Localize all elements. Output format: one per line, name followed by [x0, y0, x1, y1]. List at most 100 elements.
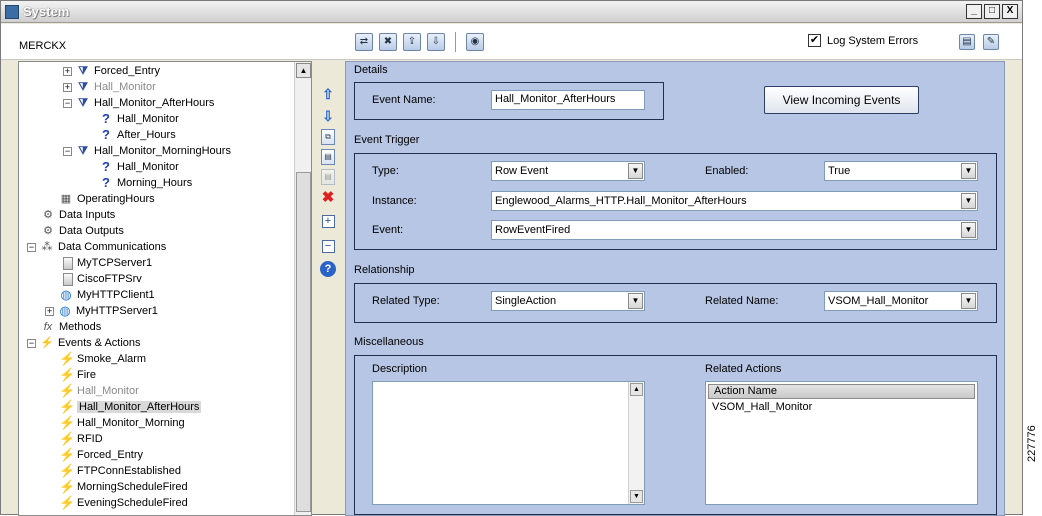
scroll-up-icon[interactable]: ▲: [296, 63, 311, 78]
collapse-icon[interactable]: −: [27, 338, 36, 348]
filter-icon: ⧩: [78, 65, 88, 77]
collapse-all-icon[interactable]: −: [321, 240, 335, 253]
collapse-icon[interactable]: −: [63, 146, 72, 156]
tree-item[interactable]: ⚡ Fire: [59, 367, 96, 383]
enabled-dropdown[interactable]: True ▼: [824, 161, 978, 181]
related-type-dropdown[interactable]: SingleAction ▼: [491, 291, 645, 311]
scroll-up-icon[interactable]: ▲: [630, 383, 643, 396]
tree-item[interactable]: ◍ MyHTTPClient1: [59, 287, 154, 303]
chevron-down-icon[interactable]: ▼: [961, 222, 976, 238]
tree-item[interactable]: ⚡ FTPConnEstablished: [59, 463, 181, 479]
tree-item[interactable]: − ⁂ Data Communications: [27, 239, 166, 255]
tree-item[interactable]: CiscoFTPSrv: [63, 271, 142, 287]
log-errors-checkbox[interactable]: ✔: [808, 34, 821, 47]
restore-button[interactable]: □: [984, 4, 1000, 19]
chevron-down-icon[interactable]: ▼: [628, 163, 643, 179]
edit-icon[interactable]: ✎: [983, 34, 999, 50]
event-label: Event:: [372, 224, 404, 236]
type-dropdown[interactable]: Row Event ▼: [491, 161, 645, 181]
lightning-icon: ⚡: [59, 351, 76, 366]
description-scrollbar[interactable]: ▲ ▼: [628, 382, 644, 504]
toolbar-icons: ⇄ ✖ ⇪ ⇩ ◉: [355, 32, 484, 52]
tree-item[interactable]: ⚙ Data Inputs: [41, 207, 115, 223]
relationship-section-title: Relationship: [354, 264, 415, 276]
tree-item[interactable]: ⚡ Forced_Entry: [59, 447, 143, 463]
tree-item[interactable]: − ⧩ Hall_Monitor_MorningHours: [63, 143, 231, 159]
view-incoming-events-button[interactable]: View Incoming Events: [764, 86, 919, 114]
title-bar[interactable]: System _ □ X: [1, 1, 1022, 23]
data-outputs-icon: ⚙: [43, 225, 53, 237]
filter-icon: ⧩: [78, 81, 88, 93]
disconnect-icon[interactable]: ✖: [379, 33, 397, 51]
collapse-icon[interactable]: −: [27, 242, 36, 252]
tree-item[interactable]: ? After_Hours: [99, 127, 176, 143]
server-icon: [63, 256, 73, 270]
tree-item[interactable]: ? Hall_Monitor: [99, 111, 179, 127]
minimize-button[interactable]: _: [966, 4, 982, 19]
view-log-icon[interactable]: ▤: [959, 34, 975, 50]
tree-item[interactable]: ? Morning_Hours: [99, 175, 192, 191]
event-name-label: Event Name:: [372, 94, 436, 106]
move-up-icon[interactable]: ⇧: [319, 85, 337, 103]
expand-all-icon[interactable]: +: [321, 215, 335, 228]
question-icon: ?: [102, 175, 110, 190]
tree-item[interactable]: ⚡ RFID: [59, 431, 103, 447]
globe-icon[interactable]: ◉: [466, 33, 484, 51]
scroll-thumb[interactable]: [296, 172, 311, 512]
move-down-icon[interactable]: ⇩: [319, 107, 337, 125]
expand-icon[interactable]: +: [63, 66, 72, 76]
action-name-column-header[interactable]: Action Name: [708, 384, 975, 399]
system-window: System _ □ X MERCKX ⇄ ✖ ⇪ ⇩ ◉ ✔ Log Syst…: [0, 0, 1023, 516]
chevron-down-icon[interactable]: ▼: [628, 293, 643, 309]
toolbar-separator: [455, 32, 456, 52]
collapse-icon[interactable]: −: [63, 98, 72, 108]
tree-item[interactable]: + ◍ MyHTTPServer1: [45, 303, 158, 319]
tree-item[interactable]: ⚡ EveningScheduleFired: [59, 495, 188, 511]
delete-icon[interactable]: ✖: [319, 189, 337, 207]
tree-item[interactable]: ⚡ MorningScheduleFired: [59, 479, 188, 495]
tree-item[interactable]: ▦ OperatingHours: [59, 191, 155, 207]
tree-item[interactable]: ? Hall_Monitor: [99, 159, 179, 175]
tree-item[interactable]: MyTCPServer1: [63, 255, 152, 271]
close-button[interactable]: X: [1002, 4, 1018, 19]
chevron-down-icon[interactable]: ▼: [961, 163, 976, 179]
tree-item[interactable]: + ⧩ Forced_Entry: [63, 63, 160, 79]
window-title: System: [23, 4, 70, 19]
tree-item[interactable]: − ⧩ Hall_Monitor_AfterHours: [63, 95, 214, 111]
log-system-errors[interactable]: ✔ Log System Errors: [808, 34, 918, 47]
tree-item[interactable]: fx Methods: [41, 319, 101, 335]
misc-section-title: Miscellaneous: [354, 336, 424, 348]
type-label: Type:: [372, 165, 399, 177]
tree-item[interactable]: ⚡ Smoke_Alarm: [59, 351, 146, 367]
export-icon[interactable]: ⇪: [403, 33, 421, 51]
import-icon[interactable]: ⇩: [427, 33, 445, 51]
related-name-dropdown[interactable]: VSOM_Hall_Monitor ▼: [824, 291, 978, 311]
tree-item[interactable]: + ⧩ Hall_Monitor: [63, 79, 156, 95]
event-name-input[interactable]: Hall_Monitor_AfterHours: [491, 90, 645, 110]
expand-icon[interactable]: +: [63, 82, 72, 92]
tree-scrollbar[interactable]: ▲: [294, 62, 311, 515]
description-textarea[interactable]: ▲ ▼: [372, 381, 645, 505]
paste-icon[interactable]: ▤: [321, 149, 335, 165]
event-dropdown[interactable]: RowEventFired ▼: [491, 220, 978, 240]
chevron-down-icon[interactable]: ▼: [961, 193, 976, 209]
scroll-down-icon[interactable]: ▼: [630, 490, 643, 503]
tree-item-selected[interactable]: ⚡ Hall_Monitor_AfterHours: [59, 399, 202, 415]
instance-dropdown[interactable]: Englewood_Alarms_HTTP.Hall_Monitor_After…: [491, 191, 978, 211]
tree-item[interactable]: ⚡ Hall_Monitor_Morning: [59, 415, 185, 431]
tree-item[interactable]: ⚙ Data Outputs: [41, 223, 124, 239]
expand-icon[interactable]: +: [45, 306, 54, 316]
list-item[interactable]: VSOM_Hall_Monitor: [712, 401, 812, 413]
related-actions-list[interactable]: Action Name VSOM_Hall_Monitor: [705, 381, 978, 505]
server-name: MERCKX: [19, 40, 67, 52]
operating-hours-icon: ▦: [60, 193, 72, 205]
lightning-icon: ⚡: [59, 447, 76, 462]
lightning-icon: ⚡: [59, 383, 76, 398]
connect-icon[interactable]: ⇄: [355, 33, 373, 51]
tree-item[interactable]: ⚡ Hall_Monitor: [59, 383, 139, 399]
tree-item[interactable]: − ⚡ Events & Actions: [27, 335, 141, 351]
copy-icon[interactable]: ⧉: [321, 129, 335, 145]
chevron-down-icon[interactable]: ▼: [961, 293, 976, 309]
help-icon[interactable]: ?: [320, 261, 336, 277]
tree-view[interactable]: + ⧩ Forced_Entry + ⧩ Hall_Monitor − ⧩ Hall_Mon…: [18, 61, 312, 516]
